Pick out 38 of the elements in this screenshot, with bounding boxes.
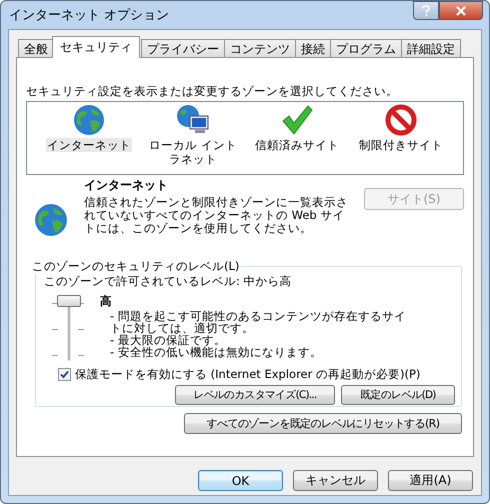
globe-icon — [73, 104, 105, 136]
allowed-level-text: このゾーンで許可されているレベル: 中から高 — [44, 274, 293, 289]
tab[interactable]: 詳細設定 — [401, 39, 461, 58]
zone-item[interactable]: 制限付きサイト — [358, 138, 444, 152]
checkbox-label: 保護モードを有効にする (Internet Explorer の再起動が必要)(P) — [75, 367, 420, 382]
close-button[interactable] — [439, 1, 483, 20]
close-icon — [455, 6, 467, 16]
tab[interactable]: 接続 — [295, 39, 331, 58]
globe-monitor-icon — [176, 104, 210, 136]
tab[interactable]: セキュリティ — [52, 36, 140, 58]
checkmark-icon — [281, 104, 313, 136]
zone-item[interactable]: ローカル イントラネット — [145, 138, 241, 166]
group-title: このゾーンのセキュリティのレベル(L) — [31, 259, 240, 274]
globe-icon — [34, 203, 68, 237]
level-button[interactable]: レベルのカスタマイズ(C)... — [175, 385, 335, 405]
dialog-button[interactable]: キャンセル — [293, 470, 378, 491]
zone-item[interactable]: 信頼済みサイト — [254, 138, 340, 152]
zone-description: 信頼されたゾーンと制限付きゾーンに一覧表示されていないすべてのインターネットの Web サイトには、このゾーンを使用してください。 — [84, 196, 349, 235]
tab[interactable]: プログラム — [330, 39, 402, 58]
checkbox[interactable] — [58, 368, 71, 381]
window-title: インターネット オプション — [9, 7, 170, 24]
level-button[interactable]: 既定のレベル(D) — [341, 385, 455, 405]
zone-item[interactable]: インターネット — [46, 138, 132, 152]
help-icon — [421, 4, 431, 16]
no-entry-icon — [385, 104, 417, 136]
level-detail: - 安全性の低い機能は無効になります。 — [110, 346, 323, 358]
instruction-text: セキュリティ設定を表示または変更するゾーンを選択してください。 — [26, 84, 399, 99]
help-button[interactable] — [413, 1, 439, 20]
slider-thumb[interactable] — [57, 295, 81, 307]
level-detail: - 最大限の保証です。 — [110, 334, 226, 346]
reset-all-zones-button[interactable]: すべてのゾーンを既定のレベルにリセットする(R) — [184, 413, 462, 434]
tab[interactable]: コンテンツ — [224, 39, 296, 58]
dialog-button[interactable]: OK — [198, 470, 283, 491]
level-name: 高 — [100, 295, 113, 307]
tab[interactable]: プライバシー — [141, 39, 225, 58]
dialog-button[interactable]: 適用(A) — [388, 470, 473, 491]
zone-title: インターネット — [84, 177, 169, 194]
level-detail: - 問題を起こす可能性のあるコンテンツが存在するサイトに対しては、適切です。 — [110, 310, 407, 334]
